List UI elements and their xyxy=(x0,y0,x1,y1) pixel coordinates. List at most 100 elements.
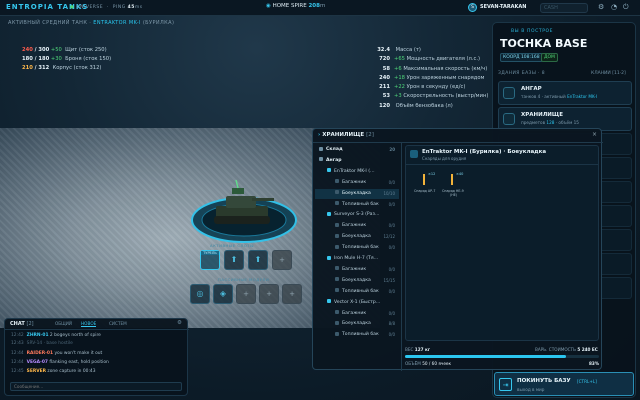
logout-icon[interactable]: ⏻ xyxy=(623,3,629,12)
building-name: ХРАНИЛИЩЕ xyxy=(521,112,563,118)
active-slot-turret[interactable]: ТУРЕЛЬ xyxy=(200,250,220,270)
tree-compartment[interactable]: Боеукладка 12/12 xyxy=(315,232,399,242)
active-slot-3[interactable]: ⬆ xyxy=(248,250,268,270)
chat-message: 12:45 SERVER zone capture in 00:43 xyxy=(11,369,96,374)
passive-slot-2[interactable]: ◈ xyxy=(213,284,233,304)
tree-compartment[interactable]: Багажник 0/0 xyxy=(315,178,399,188)
chat-message: 12:44 VEGA-07 flanking east, hold positio… xyxy=(11,360,109,365)
storage-window: › ХРАНИЛИЩЕ [2] × Склад 20 Ангар EnTraktor … xyxy=(312,128,603,371)
box-icon xyxy=(335,222,339,227)
base-label: ВЫ В ПОСТРОЕ xyxy=(511,29,554,34)
right-stats: 32.4 Масса (т) 720 +65 Мощность двигателя… xyxy=(354,46,488,111)
box-icon xyxy=(335,310,339,314)
stat-charged-damage: 240 +18 Урон заряженным снарядом xyxy=(379,74,485,81)
item-name: Снаряд АР-7 xyxy=(414,189,436,193)
box-icon xyxy=(335,190,339,195)
leave-base-button[interactable]: ⇥ ПОКИНУТЬ БАЗУ [CTRL+L] выход в мир xyxy=(494,372,634,396)
stat-engine: 720 +65 Мощность двигателя (л.с.) xyxy=(379,56,481,63)
chat-message: 12:42 ZHRN-01 2 bogeys north of spire xyxy=(11,333,101,338)
item-he-shell[interactable]: ×40 Снаряд НЕ-9 (HE) xyxy=(442,172,468,202)
tree-tank[interactable]: Vector X-1 (Быстр… xyxy=(315,298,399,308)
chat-input[interactable] xyxy=(10,382,182,391)
player-name[interactable]: SEVAN-TARAKAN xyxy=(480,4,526,10)
plus-icon: + xyxy=(243,290,249,298)
tree-compartment[interactable]: Топливный бак 0/0 xyxy=(315,200,399,210)
target-icon: ◎ xyxy=(196,289,204,298)
detail-title: EnTraktor MK-I (Бурилка) · Боеукладка xyxy=(422,149,547,155)
base-coords: КООРД 108:168 xyxy=(500,53,543,62)
passive-slot-5[interactable]: + xyxy=(282,284,302,304)
chat-tab-general[interactable]: ОБЩИЙ xyxy=(55,321,72,326)
top-bar: ENTROPIA TANKS ● UNIVERSE · PING 45ms ◉ … xyxy=(0,0,640,16)
storage-icon xyxy=(503,113,515,125)
box-icon xyxy=(335,179,339,184)
tree-tank[interactable]: Surveyor S-3 (Раз… xyxy=(315,210,399,220)
tree-compartment[interactable]: Топливный бак 0/0 xyxy=(315,330,399,340)
chat-message: 12:44 RAIDER-01 you won't make it out xyxy=(11,351,103,356)
tree-compartment[interactable]: Топливный бак 0/0 xyxy=(315,287,399,297)
location-display[interactable]: ◉ HOME SPIRE 208m xyxy=(266,3,325,9)
arrow-up-icon: ⬆ xyxy=(254,255,262,264)
notification-icon[interactable]: ◔ xyxy=(611,3,617,11)
item-qty: ×40 xyxy=(456,172,464,176)
divider xyxy=(313,142,603,143)
tree-compartment[interactable]: Багажник 0/0 xyxy=(315,221,399,231)
close-icon[interactable]: × xyxy=(592,131,597,138)
tank-icon xyxy=(327,255,331,260)
passive-slot-3[interactable]: + xyxy=(236,284,256,304)
capacity-bar xyxy=(405,355,599,358)
stat-speed: 58 +6 Максимальная скорость (км/ч) xyxy=(382,65,488,72)
passive-slot-4[interactable]: + xyxy=(259,284,279,304)
location-pin-icon: ◉ xyxy=(266,3,271,9)
folder-icon xyxy=(319,157,323,162)
active-slot-4[interactable]: + xyxy=(272,250,292,270)
settings-icon[interactable]: ⚙ xyxy=(598,3,604,11)
passive-slot-1[interactable]: ◎ xyxy=(190,284,210,304)
buildings-header: ЗДАНИЯ БАЗЫ · 8 xyxy=(498,71,545,76)
base-name: TOCHKA BASE xyxy=(500,37,588,50)
shell-icon xyxy=(451,174,453,185)
item-ap-shell[interactable]: ×12 Снаряд АР-7 xyxy=(414,172,440,198)
settings-icon[interactable]: ⚙ xyxy=(177,320,182,326)
tree-tank[interactable]: Iron Mule H-7 (Тя… xyxy=(315,254,399,264)
buildings-slots: КЛАНИИ [11·2] xyxy=(591,71,626,76)
tank-icon xyxy=(327,299,331,304)
storage-mass: ВЕС 127 кг xyxy=(405,347,431,352)
box-icon xyxy=(335,320,339,325)
tree-compartment[interactable]: Багажник 0/0 xyxy=(315,265,399,275)
building-info: предметов 128 · объём 15 xyxy=(521,120,579,125)
shield-icon: ◈ xyxy=(219,289,227,298)
tank-icon xyxy=(327,168,331,173)
box-icon xyxy=(335,266,339,271)
passive-modules-label: ПАССИВНЫЕ МОДУЛИ xyxy=(218,277,270,282)
stat-fire-rate: 53 +3 Скорострельность (выстр/мин) xyxy=(382,93,489,100)
tree-compartment[interactable]: Багажник 0/0 xyxy=(315,309,399,319)
leave-shortcut: [CTRL+L] xyxy=(577,379,597,384)
box-icon xyxy=(335,201,339,205)
stat-hull: 210 / 312 Корпус (сток 312) xyxy=(22,65,102,71)
building-hangar[interactable]: АНГАР танков 4 · активный EnTraktor MK-I xyxy=(498,81,632,105)
breadcrumb: АКТИВНЫЙ СРЕДНИЙ ТАНК · ENTRAKTOR MK-I (… xyxy=(8,20,175,26)
storage-percent: 83% xyxy=(589,361,600,366)
leave-sub: выход в мир xyxy=(517,387,545,392)
player-avatar[interactable]: S xyxy=(468,3,477,12)
capacity-fill xyxy=(405,355,567,358)
tank-model[interactable] xyxy=(188,176,300,246)
tree-section[interactable]: Склад 20 xyxy=(315,145,399,155)
chat-tab-new[interactable]: НОВОЕ xyxy=(81,321,97,327)
hangar-icon xyxy=(503,87,515,99)
stat-shield: 240 / 300 +50 Щит (сток 250) xyxy=(22,47,107,53)
tree-compartment[interactable]: Боеукладка 15/15 xyxy=(315,276,399,286)
tree-compartment[interactable]: Боеукладка 10/10 xyxy=(315,188,399,199)
chat-title: CHAT [2] xyxy=(10,321,34,327)
tree-compartment[interactable]: Боеукладка 8/8 xyxy=(315,319,399,329)
plus-icon: + xyxy=(289,290,295,298)
tree-tank[interactable]: EnTraktor MK-I (… xyxy=(315,167,399,177)
currency-field[interactable]: CASH xyxy=(540,3,588,13)
active-slot-2[interactable]: ⬆ xyxy=(224,250,244,270)
tree-compartment[interactable]: Топливный бак 0/0 xyxy=(315,243,399,253)
left-stats: 240 / 300 +50 Щит (сток 250) 180 / 180 +… xyxy=(22,46,111,73)
chat-system-message: 12:43 SRV-14 · base hostile xyxy=(11,341,73,346)
chat-tab-system[interactable]: СИСТЕМ xyxy=(109,321,127,326)
tree-section[interactable]: Ангар xyxy=(315,156,399,166)
